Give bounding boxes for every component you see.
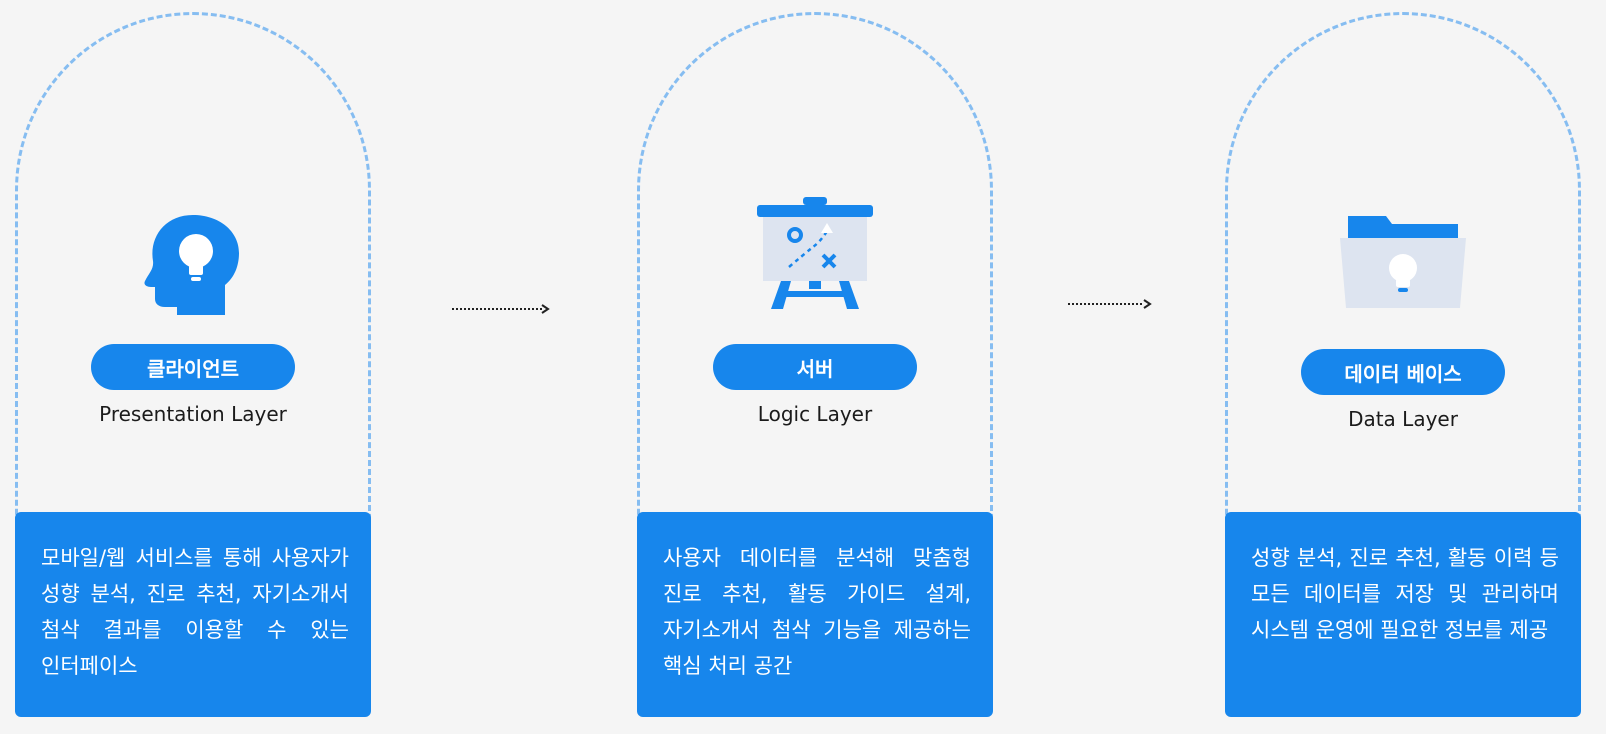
database-column: 데이터 베이스 Data Layer 성향 분석, 진로 추천, 활동 이력 등… — [1225, 12, 1581, 717]
client-title-pill: 클라이언트 — [91, 344, 295, 390]
dotted-arrow-right — [452, 304, 550, 314]
client-column: 클라이언트 Presentation Layer 모바일/웹 서비스를 통해 사… — [15, 12, 371, 717]
client-description: 모바일/웹 서비스를 통해 사용자가 성향 분석, 진로 추천, 자기소개서 첨… — [41, 546, 349, 678]
server-description: 사용자 데이터를 분석해 맞춤형 진로 추천, 활동 가이드 설계, 자기소개서… — [663, 546, 971, 678]
strategy-board-icon — [757, 197, 873, 309]
dotted-arrow-right — [1068, 299, 1152, 309]
client-description-box: 모바일/웹 서비스를 통해 사용자가 성향 분석, 진로 추천, 자기소개서 첨… — [15, 512, 371, 717]
server-column: 서버 Logic Layer 사용자 데이터를 분석해 맞춤형 진로 추천, 활… — [637, 12, 993, 717]
folder-lightbulb-icon — [1340, 216, 1466, 308]
server-description-box: 사용자 데이터를 분석해 맞춤형 진로 추천, 활동 가이드 설계, 자기소개서… — [637, 512, 993, 717]
database-description: 성향 분석, 진로 추천, 활동 이력 등 모든 데이터를 저장 및 관리하며 … — [1251, 546, 1559, 642]
data-layer-label: Data Layer — [1348, 407, 1458, 431]
server-title-pill: 서버 — [713, 344, 917, 390]
logic-layer-label: Logic Layer — [757, 402, 873, 426]
presentation-layer-label: Presentation Layer — [99, 402, 287, 426]
head-lightbulb-icon — [144, 215, 239, 315]
database-description-box: 성향 분석, 진로 추천, 활동 이력 등 모든 데이터를 저장 및 관리하며 … — [1225, 512, 1581, 717]
database-title-pill: 데이터 베이스 — [1301, 349, 1505, 395]
